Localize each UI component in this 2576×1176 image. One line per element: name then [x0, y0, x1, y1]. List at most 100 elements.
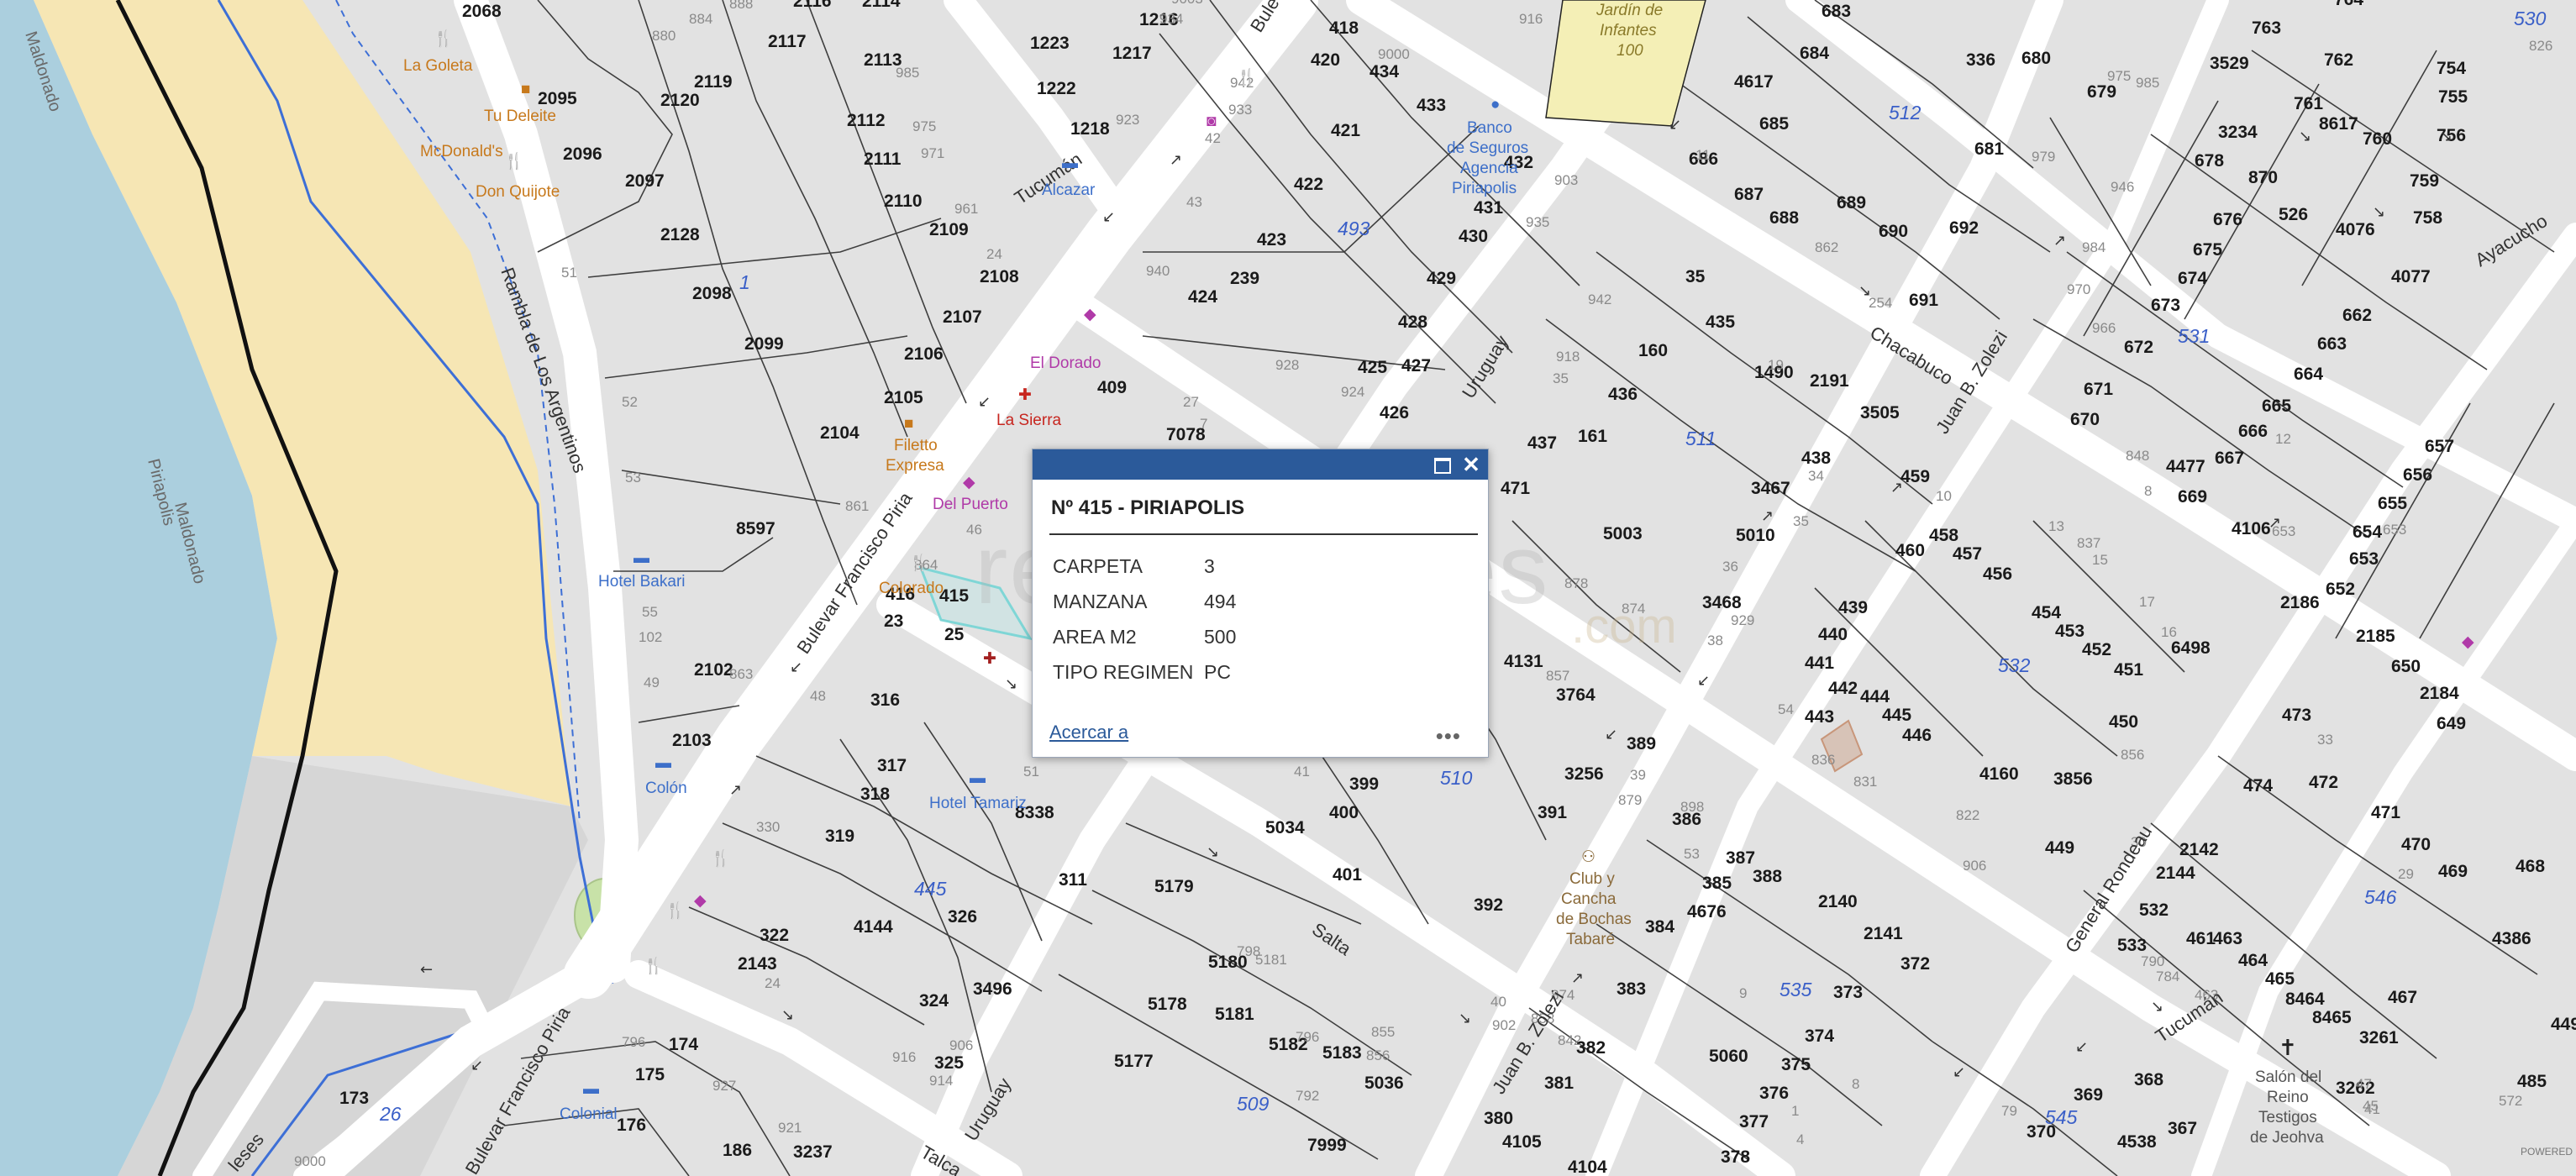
lot-number: 689: [1837, 193, 1866, 213]
lot-number: 2143: [738, 954, 777, 974]
poi-label: Hotel Bakari: [598, 573, 686, 591]
lot-number: 440: [1818, 625, 1848, 644]
lot-number: 434: [1369, 62, 1399, 81]
svg-text:↙: ↙: [1605, 726, 1617, 743]
lot-number: 2185: [2356, 627, 2395, 646]
lot-number: 2105: [884, 388, 923, 407]
lot-number: 2112: [847, 111, 886, 130]
lot-number: 674: [2178, 269, 2207, 288]
door-number: 48: [810, 688, 826, 704]
lot-number: 175: [635, 1065, 665, 1084]
door-number: 979: [2032, 149, 2055, 165]
svg-text:←: ←: [420, 961, 433, 979]
door-number: 862: [1815, 239, 1838, 255]
lot-number: 6498: [2171, 638, 2211, 658]
lot-number: 690: [1879, 222, 1908, 241]
shop-icon: ◆: [1084, 306, 1096, 323]
pharmacy-icon: ✚: [983, 650, 996, 668]
door-number: 921: [778, 1120, 802, 1136]
field-key: TIPO REGIMEN: [1053, 660, 1194, 683]
lot-number: 763: [2252, 18, 2281, 38]
lot-number: 655: [2378, 494, 2407, 513]
lot-number: 457: [1953, 544, 1982, 564]
svg-text:↗: ↗: [1890, 479, 1903, 496]
poi-label: Salón del: [2255, 1068, 2321, 1086]
door-number: 572: [2499, 1093, 2522, 1109]
door-number: 9003: [1171, 0, 1203, 7]
lot-number: 2098: [692, 284, 732, 303]
poi-label: Alcazar: [1042, 181, 1096, 199]
lot-number: 4617: [1734, 72, 1774, 92]
lot-number: 2110: [884, 192, 923, 211]
lot-number: 671: [2084, 380, 2113, 399]
lot-number: 454: [2032, 603, 2061, 622]
lot-number: 691: [1909, 291, 1938, 310]
lot-number: 473: [2282, 706, 2311, 725]
lot-number: 174: [669, 1035, 698, 1054]
door-number: 884: [689, 11, 712, 27]
block-number: 531: [2178, 325, 2210, 347]
lot-number: 2144: [2156, 864, 2195, 883]
door-number: 9: [1739, 985, 1747, 1001]
lot-number: 5003: [1603, 524, 1643, 543]
door-number: 36: [1722, 559, 1738, 575]
lot-number: 2096: [563, 144, 602, 164]
door-number: 878: [1564, 575, 1588, 591]
lot-number: 336: [1966, 50, 1995, 70]
lot-number: 3529: [2210, 54, 2249, 73]
lot-number: 2191: [1810, 371, 1849, 391]
door-number: 848: [2126, 448, 2149, 464]
lot-number: 4160: [1979, 764, 2019, 784]
lot-number: 666: [2238, 422, 2268, 441]
lot-number: 4477: [2166, 457, 2205, 476]
lot-number: 425: [1358, 358, 1387, 377]
lot-number: 2106: [904, 344, 944, 364]
poi-label: Don Quijote: [476, 183, 560, 201]
close-icon[interactable]: ✕: [1459, 453, 1483, 476]
door-number: 43: [1186, 194, 1202, 210]
door-number: 10: [1936, 488, 1952, 504]
door-number: 330: [756, 819, 780, 835]
door-number: 916: [892, 1049, 916, 1065]
maximize-icon[interactable]: [1431, 453, 1454, 476]
door-number: 24: [765, 975, 781, 991]
zoom-to-link[interactable]: Acercar a: [1049, 722, 1128, 743]
lot-number: 391: [1538, 803, 1567, 822]
lot-number: 8617: [2319, 114, 2358, 134]
lot-number: 429: [1427, 269, 1456, 288]
lot-number: 326: [948, 907, 977, 927]
door-number: 55: [642, 604, 658, 620]
lot-number: 428: [1398, 312, 1427, 332]
lot-number: 687: [1734, 185, 1764, 204]
door-number: 880: [652, 28, 676, 44]
svg-text:↘: ↘: [1207, 843, 1219, 861]
lot-number: 2117: [768, 32, 807, 51]
lot-number: 385: [1702, 874, 1732, 893]
lot-number: 369: [2074, 1085, 2103, 1105]
lot-number: 374: [1805, 1026, 1834, 1046]
svg-text:↙: ↙: [1953, 1063, 1965, 1081]
lot-number: 672: [2124, 338, 2153, 357]
lot-number: 652: [2326, 580, 2355, 599]
door-number: 4: [1796, 1131, 1804, 1147]
lot-number: 684: [1800, 44, 1829, 63]
lot-number: 400: [1329, 803, 1359, 822]
svg-text:↗: ↗: [1571, 969, 1584, 987]
popup-fields: CARPETA 3 MANZANA 494 AREA M2 500 TIPO R…: [1049, 549, 1236, 690]
lot-number: 35: [1685, 267, 1706, 286]
lot-number: 325: [934, 1053, 964, 1073]
poi-icon: 🍴: [434, 29, 454, 48]
door-number: 874: [1622, 601, 1645, 617]
door-number: 934: [1159, 11, 1183, 27]
poi-label: McDonald's: [420, 143, 503, 160]
svg-text:↗: ↗: [2268, 514, 2281, 532]
parcel-info-popup[interactable]: ✕ Nº 415 - PIRIAPOLIS CARPETA 3 MANZANA …: [1032, 449, 1489, 758]
door-number: 7: [1200, 416, 1207, 432]
bank-icon: ●: [1490, 96, 1500, 113]
door-number: 41: [2364, 1101, 2380, 1117]
more-options-button[interactable]: •••: [1436, 723, 1461, 749]
poi-label: Banco: [1467, 119, 1512, 137]
door-number: 861: [845, 498, 869, 514]
lot-number: 1218: [1070, 119, 1110, 139]
svg-text:↘: ↘: [1005, 675, 1017, 693]
